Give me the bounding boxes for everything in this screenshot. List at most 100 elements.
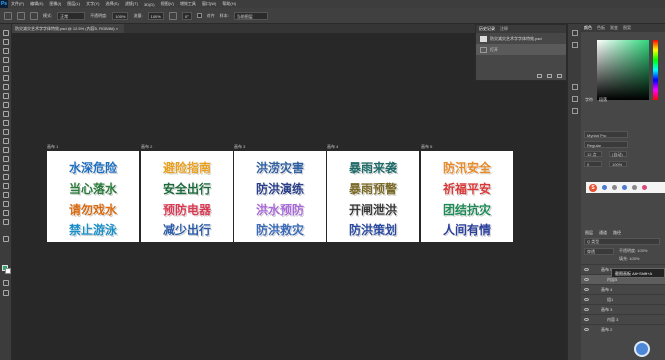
artboard-label[interactable]: 画布 5	[421, 144, 432, 150]
opacity-field[interactable]: 100%	[112, 11, 129, 20]
zoom-tool-icon[interactable]	[3, 219, 9, 225]
eye-icon[interactable]	[584, 278, 589, 281]
eye-icon[interactable]	[584, 298, 589, 301]
home-icon[interactable]	[4, 11, 12, 20]
tab-character[interactable]: 字符	[585, 97, 593, 103]
eye-icon[interactable]	[584, 318, 589, 321]
menu-type[interactable]: 文字(Y)	[83, 1, 102, 7]
brush-preset-icon[interactable]	[30, 11, 38, 20]
document-tab[interactable]: 防灾减灾艺术字字体特效.psd @ 12.5% (内容5, RGB/8#) ×	[12, 24, 124, 33]
character-panel-icon[interactable]	[572, 84, 578, 90]
brush-tool-icon[interactable]	[3, 111, 9, 117]
punctuation-icon[interactable]	[612, 185, 617, 190]
marquee-tool-icon[interactable]	[3, 48, 9, 54]
skin-icon[interactable]	[642, 185, 647, 190]
tab-notes[interactable]: 注释	[500, 26, 508, 32]
tab-layers[interactable]: 图层	[585, 230, 593, 236]
layer-opacity-value[interactable]: 100%	[637, 248, 647, 253]
airbrush-icon[interactable]	[168, 11, 177, 20]
keyboard-icon[interactable]	[632, 185, 637, 190]
menu-edit[interactable]: 编辑(E)	[27, 1, 46, 7]
trash-icon[interactable]	[557, 74, 562, 78]
artboard[interactable]: 防汛安全 祈福平安 团结抗灾 人间有情	[421, 151, 513, 242]
menu-layer[interactable]: 图层(L)	[64, 1, 83, 7]
blur-tool-icon[interactable]	[3, 156, 9, 162]
layer-row[interactable]: 画布 3	[581, 304, 665, 314]
lasso-tool-icon[interactable]	[3, 57, 9, 63]
menu-filter[interactable]: 滤镜(T)	[122, 1, 141, 7]
hand-tool-icon[interactable]	[3, 210, 9, 216]
history-panel-icon[interactable]	[572, 30, 578, 36]
menu-view[interactable]: 视图(V)	[158, 1, 177, 7]
voice-icon[interactable]	[622, 185, 627, 190]
eyedropper-tool-icon[interactable]	[3, 93, 9, 99]
layer-row[interactable]: 画布 4	[581, 284, 665, 294]
menu-file[interactable]: 文件(F)	[8, 1, 27, 7]
layer-row[interactable]: 组1	[581, 294, 665, 304]
tab-gradients[interactable]: 渐变	[610, 25, 618, 31]
clone-stamp-tool-icon[interactable]	[3, 120, 9, 126]
flow-field[interactable]: 100%	[147, 11, 164, 20]
angle-field[interactable]: 0°	[181, 11, 192, 20]
tab-history[interactable]: 历史记录	[479, 26, 495, 32]
new-document-from-state-icon[interactable]	[537, 74, 542, 78]
more-tools-icon[interactable]	[3, 236, 9, 242]
layer-row[interactable]: 画布 2	[581, 324, 665, 334]
menu-3d[interactable]: 3D(D)	[141, 2, 158, 7]
artboard[interactable]: 洪涝灾害 防洪演练 洪水预防 防洪救灾	[234, 151, 326, 242]
screen-mode-icon[interactable]	[3, 290, 9, 296]
crop-tool-icon[interactable]	[3, 75, 9, 81]
tab-patterns[interactable]: 图案	[623, 25, 631, 31]
floating-assistant-button[interactable]	[634, 341, 650, 357]
layer-filter-select[interactable]: Q 类型	[584, 238, 660, 245]
glyphs-panel-icon[interactable]	[572, 108, 578, 114]
background-color-swatch[interactable]	[5, 268, 11, 274]
menu-image[interactable]: 图像(I)	[46, 1, 64, 7]
healing-brush-tool-icon[interactable]	[3, 102, 9, 108]
menu-help[interactable]: 帮助(H)	[219, 1, 239, 7]
gradient-tool-icon[interactable]	[3, 147, 9, 153]
frame-tool-icon[interactable]	[3, 84, 9, 90]
scale-field[interactable]: 100%	[609, 161, 627, 167]
mode-icon[interactable]	[602, 185, 607, 190]
history-snapshot[interactable]: 防灾减灾艺术字字体特效.psd	[476, 33, 566, 44]
eye-icon[interactable]	[584, 328, 589, 331]
properties-panel-icon[interactable]	[572, 42, 578, 48]
tab-color[interactable]: 颜色	[584, 25, 592, 31]
artboard[interactable]: 水深危险 当心落水 请勿戏水 禁止游泳	[47, 151, 139, 242]
history-brush-tool-icon[interactable]	[3, 129, 9, 135]
layer-fill-value[interactable]: 100%	[629, 256, 639, 261]
font-family-select[interactable]: Myriad Pro	[584, 131, 628, 138]
move-tool-icon[interactable]	[3, 30, 9, 36]
eye-icon[interactable]	[584, 288, 589, 291]
eraser-tool-icon[interactable]	[3, 138, 9, 144]
quick-select-tool-icon[interactable]	[3, 66, 9, 72]
align-checkbox[interactable]	[196, 13, 202, 18]
artboard-label[interactable]: 画布 4	[327, 144, 338, 150]
hue-slider[interactable]	[653, 40, 658, 100]
artboard[interactable]: 暴雨来袭 暴雨预警 开闸泄洪 防洪策划	[327, 151, 419, 242]
mode-select[interactable]: 正常	[57, 11, 86, 20]
path-select-tool-icon[interactable]	[3, 192, 9, 198]
color-picker-field[interactable]	[597, 40, 649, 100]
menu-select[interactable]: 选择(S)	[102, 1, 121, 7]
tab-paths[interactable]: 路径	[613, 230, 621, 236]
leading-field[interactable]: (自动)	[609, 151, 627, 157]
paragraph-panel-icon[interactable]	[572, 96, 578, 102]
artboard-label[interactable]: 画布 2	[141, 144, 152, 150]
eye-icon[interactable]	[584, 268, 589, 271]
sample-select[interactable]: 当前图层	[233, 11, 268, 20]
tab-swatches[interactable]: 色板	[597, 25, 605, 31]
type-tool-icon[interactable]	[3, 183, 9, 189]
menu-plugins[interactable]: 增效工具	[177, 1, 199, 7]
stamp-tool-icon[interactable]	[17, 11, 25, 20]
tracking-field[interactable]: 0	[584, 161, 602, 167]
tab-channels[interactable]: 通道	[599, 230, 607, 236]
artboard-label[interactable]: 画布 1	[47, 144, 58, 150]
artboard-label[interactable]: 画布 3	[234, 144, 245, 150]
eye-icon[interactable]	[584, 308, 589, 311]
artboard[interactable]: 避险指南 安全出行 预防电器 减少出行	[141, 151, 233, 242]
font-style-select[interactable]: Regular	[584, 141, 628, 148]
camera-snapshot-icon[interactable]	[547, 74, 552, 78]
dodge-tool-icon[interactable]	[3, 165, 9, 171]
